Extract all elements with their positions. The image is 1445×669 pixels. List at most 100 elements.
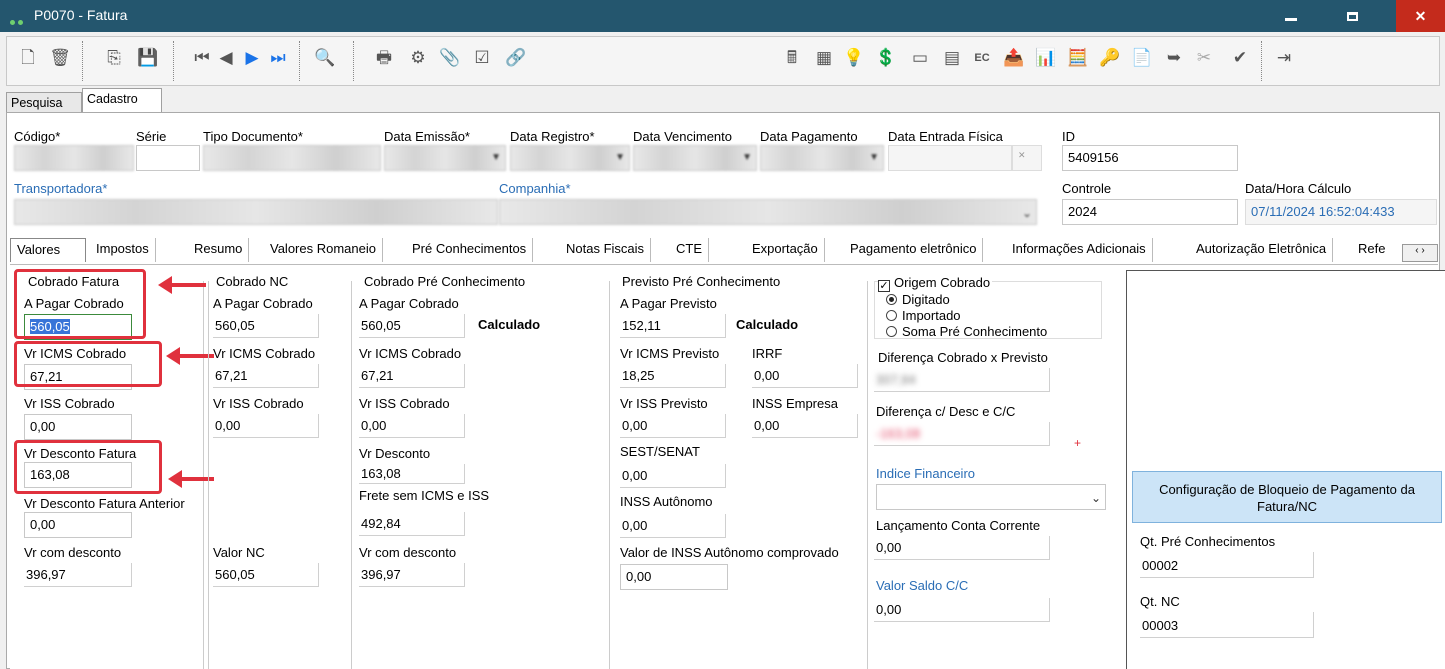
prev-a-pagar-value: 152,11: [620, 314, 726, 338]
last-record-icon[interactable]: ⏭: [265, 45, 291, 71]
radio-importado-label: Importado: [902, 308, 961, 323]
data-entrada-field[interactable]: [888, 145, 1012, 171]
irrf-value: 0,00: [752, 364, 858, 388]
lightbulb-icon[interactable]: 💡: [841, 45, 867, 71]
serie-field[interactable]: [136, 145, 200, 171]
companhia-select[interactable]: ⌄: [499, 199, 1037, 225]
pre-calculado-label: Calculado: [478, 317, 541, 332]
approve-icon[interactable]: ✔: [1227, 45, 1253, 71]
tab-impostos[interactable]: Impostos: [90, 238, 156, 262]
vr-desconto-fatura-anterior-label: Vr Desconto Fatura Anterior: [24, 496, 185, 511]
qt-pre-value: 00002: [1140, 552, 1314, 578]
id-label: ID: [1062, 129, 1075, 144]
data-calculo-field: 07/11/2024 16:52:04:433: [1245, 199, 1437, 225]
lancamento-cc-label: Lançamento Conta Corrente: [876, 518, 1041, 533]
radio-digitado[interactable]: Digitado: [886, 292, 950, 307]
tab-valores-romaneio[interactable]: Valores Romaneio: [264, 238, 383, 262]
checkbox-icon[interactable]: ☑: [469, 45, 495, 71]
tipo-documento-field[interactable]: [203, 145, 381, 171]
prev-a-pagar-label: A Pagar Previsto: [620, 296, 717, 311]
report-icon[interactable]: 📊: [1033, 45, 1059, 71]
pre-icms-value: 67,21: [359, 364, 465, 388]
tab-pesquisa[interactable]: Pesquisa: [6, 92, 82, 112]
data-vencimento-field[interactable]: ▼: [633, 145, 757, 171]
tab-pre-conhecimentos[interactable]: Pré Conhecimentos: [406, 238, 534, 262]
card-icon[interactable]: ▭: [907, 45, 933, 71]
irrf-label: IRRF: [752, 346, 783, 361]
previous-record-icon[interactable]: ◀: [213, 45, 239, 71]
inss-autonomo-label: INSS Autônomo: [620, 494, 713, 509]
money-doc-icon[interactable]: 📄: [1129, 45, 1155, 71]
inss-empresa-label: INSS Empresa: [752, 396, 838, 411]
link-icon[interactable]: 🔗: [503, 45, 529, 71]
tab-cte[interactable]: CTE: [670, 238, 709, 262]
tab-autorizacao-eletronica[interactable]: Autorização Eletrônica: [1190, 238, 1334, 262]
binoculars-icon[interactable]: 🔍: [309, 45, 341, 71]
maximize-button[interactable]: [1329, 0, 1375, 32]
document-icon[interactable]: ▤: [939, 45, 965, 71]
tab-scroll-arrows[interactable]: ‹ ›: [1402, 244, 1438, 262]
dif-desc-cc-value: -163,08: [874, 422, 1050, 446]
pre-desconto-label: Vr Desconto: [359, 446, 431, 461]
config-bloqueio-button[interactable]: Configuração de Bloqueio de Pagamento da…: [1132, 471, 1442, 523]
id-field[interactable]: 5409156: [1062, 145, 1238, 171]
gear-icon[interactable]: ⚙: [405, 45, 431, 71]
tab-resumo[interactable]: Resumo: [188, 238, 250, 262]
data-registro-label: Data Registro*: [510, 129, 595, 144]
calculator-icon[interactable]: 🖩: [779, 45, 805, 71]
nc-iss-label: Vr ISS Cobrado: [213, 396, 304, 411]
tab-notas-fiscais[interactable]: Notas Fiscais: [560, 238, 652, 262]
forward-icon[interactable]: ➥: [1161, 45, 1187, 71]
key-icon[interactable]: 🔑: [1097, 45, 1123, 71]
radio-soma-pre[interactable]: Soma Pré Conhecimento: [886, 324, 1047, 339]
scissors-icon[interactable]: ✂: [1191, 45, 1217, 71]
radio-digitado-label: Digitado: [902, 292, 950, 307]
tab-informacoes-adicionais[interactable]: Informações Adicionais: [1006, 238, 1153, 262]
inss-autonomo-value: 0,00: [620, 514, 726, 538]
tab-exportacao[interactable]: Exportação: [746, 238, 825, 262]
data-pagamento-field[interactable]: ▼: [760, 145, 884, 171]
attachment-icon[interactable]: 📎: [437, 45, 463, 71]
transportadora-field[interactable]: [14, 199, 498, 225]
indice-financeiro-select[interactable]: ⌄: [876, 484, 1106, 510]
highlight-arrow-1: [158, 276, 206, 294]
exit-icon[interactable]: ⇥: [1271, 45, 1297, 71]
tab-cadastro[interactable]: Cadastro: [82, 88, 162, 113]
origem-cobrado-checkbox[interactable]: ✓ Origem Cobrado: [878, 275, 993, 292]
tab-valores[interactable]: Valores: [10, 238, 86, 262]
copy-icon[interactable]: ⎘: [101, 45, 127, 71]
tab-pagamento-eletronico[interactable]: Pagamento eletrônico: [844, 238, 984, 262]
codigo-field[interactable]: [14, 145, 134, 171]
inss-comprovado-field[interactable]: 0,00: [620, 564, 728, 590]
dif-cobrado-previsto-label: Diferença Cobrado x Previsto: [878, 350, 1048, 365]
export-icon[interactable]: 📤: [1001, 45, 1027, 71]
radio-importado[interactable]: Importado: [886, 308, 961, 323]
data-registro-field[interactable]: ▼: [510, 145, 630, 171]
new-document-icon[interactable]: 🗋: [15, 45, 41, 71]
save-icon[interactable]: 💾: [135, 45, 161, 71]
calculator-doc-icon[interactable]: 🧮: [1065, 45, 1091, 71]
data-entrada-clear-icon[interactable]: ✕: [1012, 145, 1042, 171]
controle-field[interactable]: 2024: [1062, 199, 1238, 225]
ec-icon[interactable]: EC: [969, 45, 995, 71]
money-icon[interactable]: 💲: [873, 45, 899, 71]
data-emissao-label: Data Emissão*: [384, 129, 470, 144]
minimize-button[interactable]: [1268, 0, 1314, 32]
controle-label: Controle: [1062, 181, 1112, 196]
spreadsheet-icon[interactable]: ▦: [811, 45, 837, 71]
tab-referencias[interactable]: Refe: [1352, 238, 1391, 262]
vr-iss-cobrado-field[interactable]: 0,00: [24, 414, 132, 440]
pre-icms-label: Vr ICMS Cobrado: [359, 346, 462, 361]
highlight-box-desconto: [14, 440, 162, 494]
first-record-icon[interactable]: ⏮: [189, 45, 215, 71]
vr-desconto-fatura-anterior-field[interactable]: 0,00: [24, 512, 132, 538]
frete-sem-icms-value: 492,84: [359, 512, 465, 536]
print-icon[interactable]: 🖶: [371, 45, 397, 71]
data-vencimento-label: Data Vencimento: [633, 129, 733, 144]
frete-sem-icms-label: Frete sem ICMS e ISS: [359, 488, 490, 503]
companhia-label: Companhia*: [499, 181, 571, 196]
next-record-icon[interactable]: ▶: [239, 45, 265, 71]
delete-icon[interactable]: 🗑: [47, 45, 73, 71]
close-button[interactable]: ✕: [1396, 0, 1445, 32]
data-emissao-field[interactable]: ▼: [384, 145, 506, 171]
